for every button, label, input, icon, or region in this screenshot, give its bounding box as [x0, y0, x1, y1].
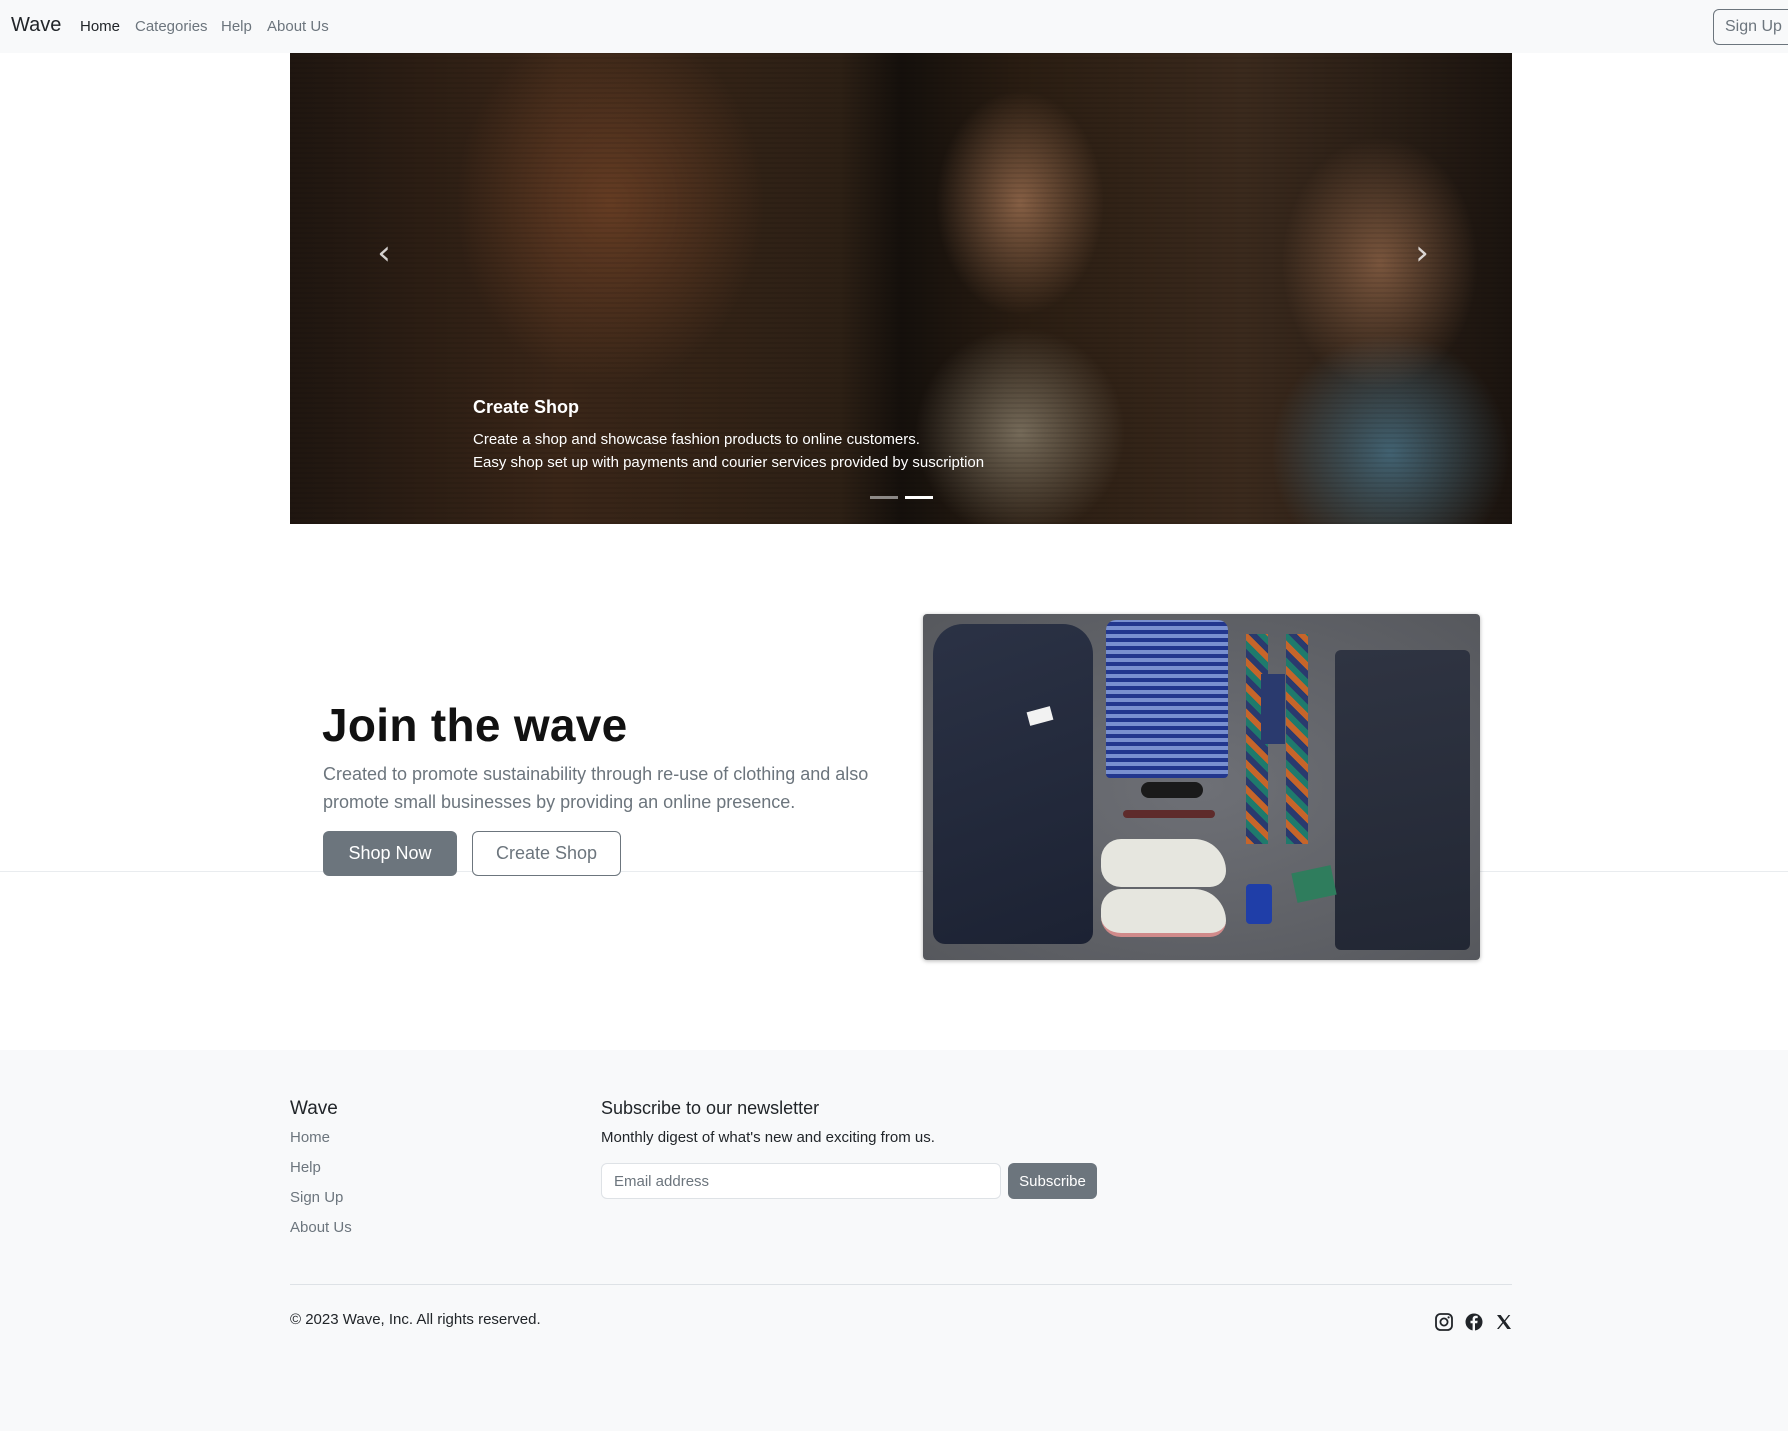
footer-link-about-us[interactable]: About Us: [290, 1219, 352, 1236]
carousel-caption-line-2: Easy shop set up with payments and couri…: [473, 454, 985, 471]
subscribe-button[interactable]: Subscribe: [1008, 1163, 1097, 1199]
shop-now-button[interactable]: Shop Now: [323, 831, 457, 876]
hero-description: Created to promote sustainability throug…: [323, 764, 869, 812]
instagram-icon[interactable]: [1434, 1312, 1454, 1332]
nav-about-us[interactable]: About Us: [267, 18, 329, 35]
chevron-right-icon[interactable]: ›: [1400, 231, 1444, 275]
create-shop-button[interactable]: Create Shop: [472, 831, 621, 876]
copyright-text: © 2023 Wave, Inc. All rights reserved.: [290, 1311, 541, 1328]
carousel-indicator-2[interactable]: [905, 496, 933, 499]
outfit-image: [923, 614, 1480, 960]
nav-help[interactable]: Help: [221, 18, 252, 35]
carousel-indicators: [870, 496, 933, 499]
signup-button[interactable]: Sign Up: [1713, 9, 1788, 45]
x-twitter-icon[interactable]: [1494, 1312, 1514, 1332]
chevron-left-icon[interactable]: ‹: [362, 231, 406, 275]
nav-home[interactable]: Home: [80, 18, 120, 35]
nav-categories[interactable]: Categories: [135, 18, 208, 35]
section-divider: [0, 871, 1788, 872]
navbar: Wave Home Categories Help About Us Sign …: [0, 0, 1788, 53]
footer-divider: [290, 1284, 1512, 1285]
brand-logo[interactable]: Wave: [11, 14, 61, 37]
footer-link-home[interactable]: Home: [290, 1129, 330, 1146]
footer-brand: Wave: [290, 1098, 338, 1119]
carousel-indicator-1[interactable]: [870, 496, 898, 499]
newsletter-title: Subscribe to our newsletter: [601, 1098, 820, 1118]
facebook-icon[interactable]: [1464, 1312, 1484, 1332]
carousel-caption-line-1: Create a shop and showcase fashion produ…: [473, 431, 920, 448]
footer-link-help[interactable]: Help: [290, 1159, 321, 1176]
carousel-caption: Create Shop Create a shop and showcase f…: [473, 397, 984, 474]
hero-title: Join the wave: [322, 699, 628, 751]
footer: [0, 1050, 1788, 1431]
hero-carousel: ‹ › Create Shop Create a shop and showca…: [290, 53, 1512, 524]
newsletter-subtitle: Monthly digest of what's new and excitin…: [601, 1129, 935, 1146]
email-field[interactable]: [601, 1163, 1001, 1199]
carousel-caption-title: Create Shop: [473, 397, 580, 417]
footer-link-sign-up[interactable]: Sign Up: [290, 1189, 343, 1206]
